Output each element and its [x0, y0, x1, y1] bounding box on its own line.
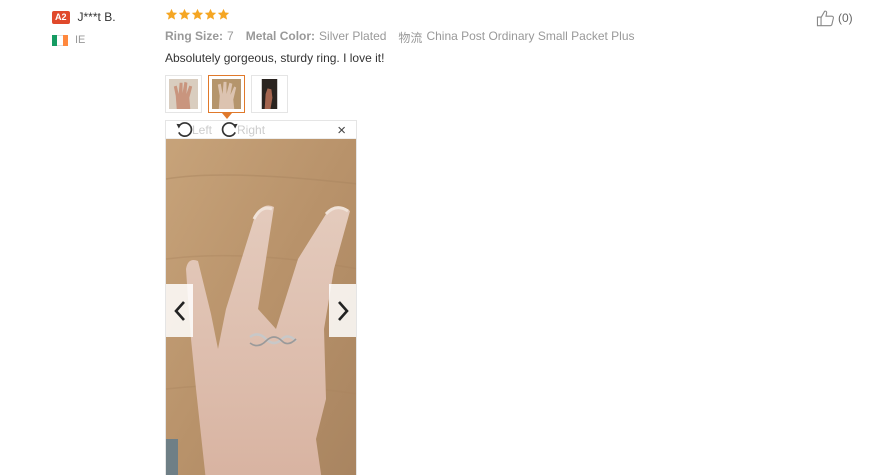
ireland-flag-icon: [52, 34, 68, 46]
star-icon: [204, 8, 217, 20]
rotate-left-label: Left: [192, 122, 213, 137]
previous-photo-button[interactable]: [166, 284, 193, 337]
logistics-value: China Post Ordinary Small Packet Plus: [426, 29, 635, 43]
star-rating: [165, 8, 230, 21]
rotate-right-label: Right: [237, 122, 266, 137]
star-icon: [217, 8, 230, 20]
star-icon: [191, 8, 204, 20]
next-photo-button[interactable]: [329, 284, 356, 337]
reviewer-name: J***t B.: [77, 10, 116, 24]
hand-photo-thumbnail: [169, 79, 198, 109]
ring-size-label: Ring Size:: [165, 29, 224, 43]
reviewer-country: IE: [75, 34, 86, 46]
star-icon: [165, 8, 178, 20]
thumbs-up-icon: [816, 10, 834, 27]
logistics-label: 物流: [398, 31, 423, 45]
hand-photo-thumbnail: [255, 79, 284, 109]
ring-size-value: 7: [227, 29, 234, 43]
review-photo-thumbnails: [165, 75, 294, 119]
photo-viewer: Left Right ×: [165, 120, 357, 475]
hand-photo-thumbnail: [212, 79, 241, 109]
thumbnail-1[interactable]: [165, 75, 202, 113]
level-badge: A2: [52, 10, 70, 24]
close-viewer-button[interactable]: ×: [337, 122, 346, 139]
chevron-left-icon: [173, 300, 185, 321]
chevron-right-icon: [337, 300, 349, 321]
helpful-count: (0): [838, 11, 853, 25]
rotate-right-button[interactable]: Right: [220, 121, 265, 138]
metal-color-label: Metal Color:: [245, 29, 316, 43]
rotate-left-button[interactable]: Left: [175, 121, 212, 138]
review-text: Absolutely gorgeous, sturdy ring. I love…: [165, 51, 385, 65]
helpful-button[interactable]: (0): [816, 9, 853, 27]
star-icon: [178, 8, 191, 20]
metal-color-value: Silver Plated: [319, 29, 387, 43]
viewer-toolbar: Left Right ×: [166, 121, 356, 139]
order-attributes: Ring Size: 7 Metal Color: Silver Plated …: [165, 29, 647, 46]
thumbnail-2[interactable]: [208, 75, 245, 119]
thumbnail-3[interactable]: [251, 75, 288, 113]
reviewer-info: A2 J***t B. IE: [52, 9, 162, 47]
